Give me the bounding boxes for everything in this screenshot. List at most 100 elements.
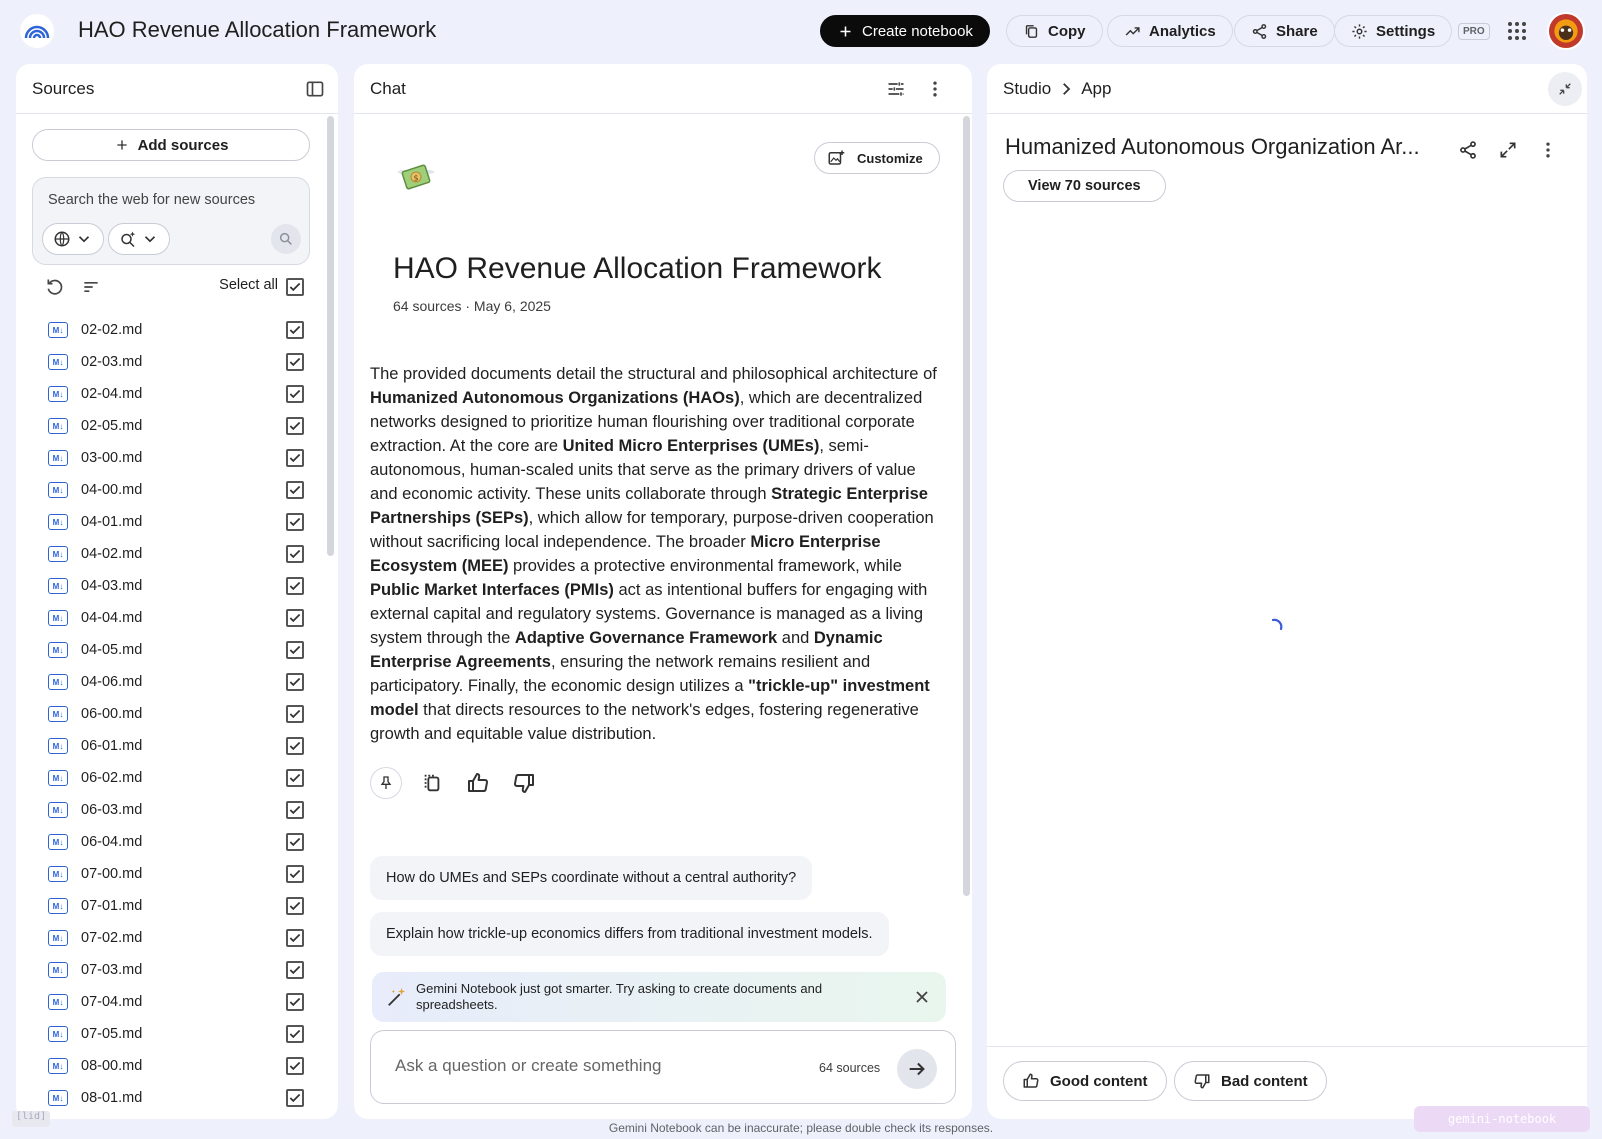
source-checkbox[interactable] <box>286 1089 304 1107</box>
collapse-panel-button[interactable] <box>1548 72 1582 106</box>
source-item[interactable]: M↓ 07-02.md <box>32 922 318 954</box>
close-banner-button[interactable] <box>912 987 932 1007</box>
analytics-button[interactable]: Analytics <box>1107 15 1233 47</box>
settings-label: Settings <box>1376 22 1436 40</box>
source-item[interactable]: M↓ 02-02.md <box>32 314 318 346</box>
breadcrumb-studio[interactable]: Studio <box>1003 79 1051 99</box>
source-checkbox[interactable] <box>286 353 304 371</box>
search-submit-button[interactable] <box>271 224 301 254</box>
source-checkbox[interactable] <box>286 1057 304 1075</box>
check-icon <box>289 709 301 719</box>
source-item[interactable]: M↓ 07-03.md <box>32 954 318 986</box>
suggested-question[interactable]: Explain how trickle-up economics differs… <box>370 912 889 956</box>
summary-term: Public Market Interfaces (PMIs) <box>370 581 614 599</box>
settings-button[interactable]: Settings <box>1334 15 1453 47</box>
source-item[interactable]: M↓ 08-00.md <box>32 1050 318 1082</box>
source-checkbox[interactable] <box>286 993 304 1011</box>
chat-input[interactable] <box>395 1056 775 1076</box>
source-item[interactable]: M↓ 04-03.md <box>32 570 318 602</box>
source-checkbox[interactable] <box>286 577 304 595</box>
source-checkbox[interactable] <box>286 385 304 403</box>
good-content-button[interactable]: Good content <box>1003 1061 1167 1101</box>
source-checkbox[interactable] <box>286 673 304 691</box>
source-item-label: 06-04.md <box>81 834 143 850</box>
web-search-input[interactable] <box>48 192 288 208</box>
source-checkbox[interactable] <box>286 737 304 755</box>
copy-button[interactable]: Copy <box>1006 15 1103 47</box>
more-vert-icon[interactable] <box>1537 139 1559 161</box>
source-item[interactable]: M↓ 04-00.md <box>32 474 318 506</box>
check-icon <box>289 677 301 687</box>
source-item[interactable]: M↓ 06-02.md <box>32 762 318 794</box>
pin-note-button[interactable] <box>370 767 402 799</box>
more-vert-icon[interactable] <box>924 78 946 100</box>
apps-grid-icon[interactable] <box>1507 21 1527 41</box>
source-checkbox[interactable] <box>286 961 304 979</box>
source-item[interactable]: M↓ 07-01.md <box>32 890 318 922</box>
source-checkbox[interactable] <box>286 897 304 915</box>
sort-icon[interactable] <box>80 276 102 298</box>
source-checkbox[interactable] <box>286 321 304 339</box>
chat-scrollbar[interactable] <box>963 116 970 896</box>
create-notebook-button[interactable]: Create notebook <box>820 15 990 47</box>
select-all-checkbox[interactable] <box>286 278 304 296</box>
source-checkbox[interactable] <box>286 705 304 723</box>
tune-icon[interactable] <box>885 78 907 100</box>
research-mode-dropdown[interactable] <box>108 223 170 255</box>
share-button[interactable]: Share <box>1234 15 1335 47</box>
fullscreen-icon[interactable] <box>1497 139 1519 161</box>
source-checkbox[interactable] <box>286 417 304 435</box>
source-checkbox[interactable] <box>286 513 304 531</box>
source-checkbox[interactable] <box>286 609 304 627</box>
thumbs-up-button[interactable] <box>462 767 494 799</box>
suggested-question[interactable]: How do UMEs and SEPs coordinate without … <box>370 856 813 900</box>
notebook-title[interactable]: HAO Revenue Allocation Framework <box>78 17 436 43</box>
source-item[interactable]: M↓ 08-01.md <box>32 1082 318 1114</box>
copy-response-button[interactable] <box>416 767 448 799</box>
source-item[interactable]: M↓ 07-04.md <box>32 986 318 1018</box>
source-item[interactable]: M↓ 07-05.md <box>32 1018 318 1050</box>
source-checkbox[interactable] <box>286 769 304 787</box>
web-scope-dropdown[interactable] <box>42 223 104 255</box>
thumbs-down-icon <box>1194 1074 1210 1089</box>
sources-scrollbar[interactable] <box>327 116 334 556</box>
source-checkbox[interactable] <box>286 865 304 883</box>
source-item[interactable]: M↓ 04-01.md <box>32 506 318 538</box>
chat-header: Chat <box>354 64 972 114</box>
source-item[interactable]: M↓ 06-01.md <box>32 730 318 762</box>
source-item-label: 08-01.md <box>81 1090 143 1106</box>
source-checkbox[interactable] <box>286 641 304 659</box>
source-checkbox[interactable] <box>286 833 304 851</box>
source-item[interactable]: M↓ 04-06.md <box>32 666 318 698</box>
source-checkbox[interactable] <box>286 929 304 947</box>
source-item[interactable]: M↓ 06-00.md <box>32 698 318 730</box>
source-checkbox[interactable] <box>286 545 304 563</box>
source-checkbox[interactable] <box>286 481 304 499</box>
source-item[interactable]: M↓ 06-03.md <box>32 794 318 826</box>
avatar[interactable] <box>1547 12 1585 50</box>
source-item[interactable]: M↓ 04-02.md <box>32 538 318 570</box>
add-sources-button[interactable]: Add sources <box>32 129 310 161</box>
source-item[interactable]: M↓ 04-05.md <box>32 634 318 666</box>
share-icon[interactable] <box>1457 139 1479 161</box>
source-checkbox[interactable] <box>286 1025 304 1043</box>
plus-icon <box>840 26 851 36</box>
source-item[interactable]: M↓ 03-00.md <box>32 442 318 474</box>
source-item[interactable]: M↓ 02-05.md <box>32 410 318 442</box>
source-item[interactable]: M↓ 06-04.md <box>32 826 318 858</box>
thumbs-down-button[interactable] <box>508 767 540 799</box>
source-item[interactable]: M↓ 02-03.md <box>32 346 318 378</box>
source-checkbox[interactable] <box>286 449 304 467</box>
source-item[interactable]: M↓ 04-04.md <box>32 602 318 634</box>
customize-button[interactable]: Customize <box>814 142 940 174</box>
source-item[interactable]: M↓ 07-00.md <box>32 858 318 890</box>
send-button[interactable] <box>897 1049 937 1089</box>
notebook-logo-icon[interactable] <box>20 14 54 48</box>
bad-content-button[interactable]: Bad content <box>1174 1061 1327 1101</box>
source-item-label: 07-02.md <box>81 930 143 946</box>
view-sources-button[interactable]: View 70 sources <box>1003 170 1166 202</box>
source-item[interactable]: M↓ 02-04.md <box>32 378 318 410</box>
refresh-icon[interactable] <box>44 276 66 298</box>
source-checkbox[interactable] <box>286 801 304 819</box>
collapse-sidebar-icon[interactable] <box>304 78 326 100</box>
